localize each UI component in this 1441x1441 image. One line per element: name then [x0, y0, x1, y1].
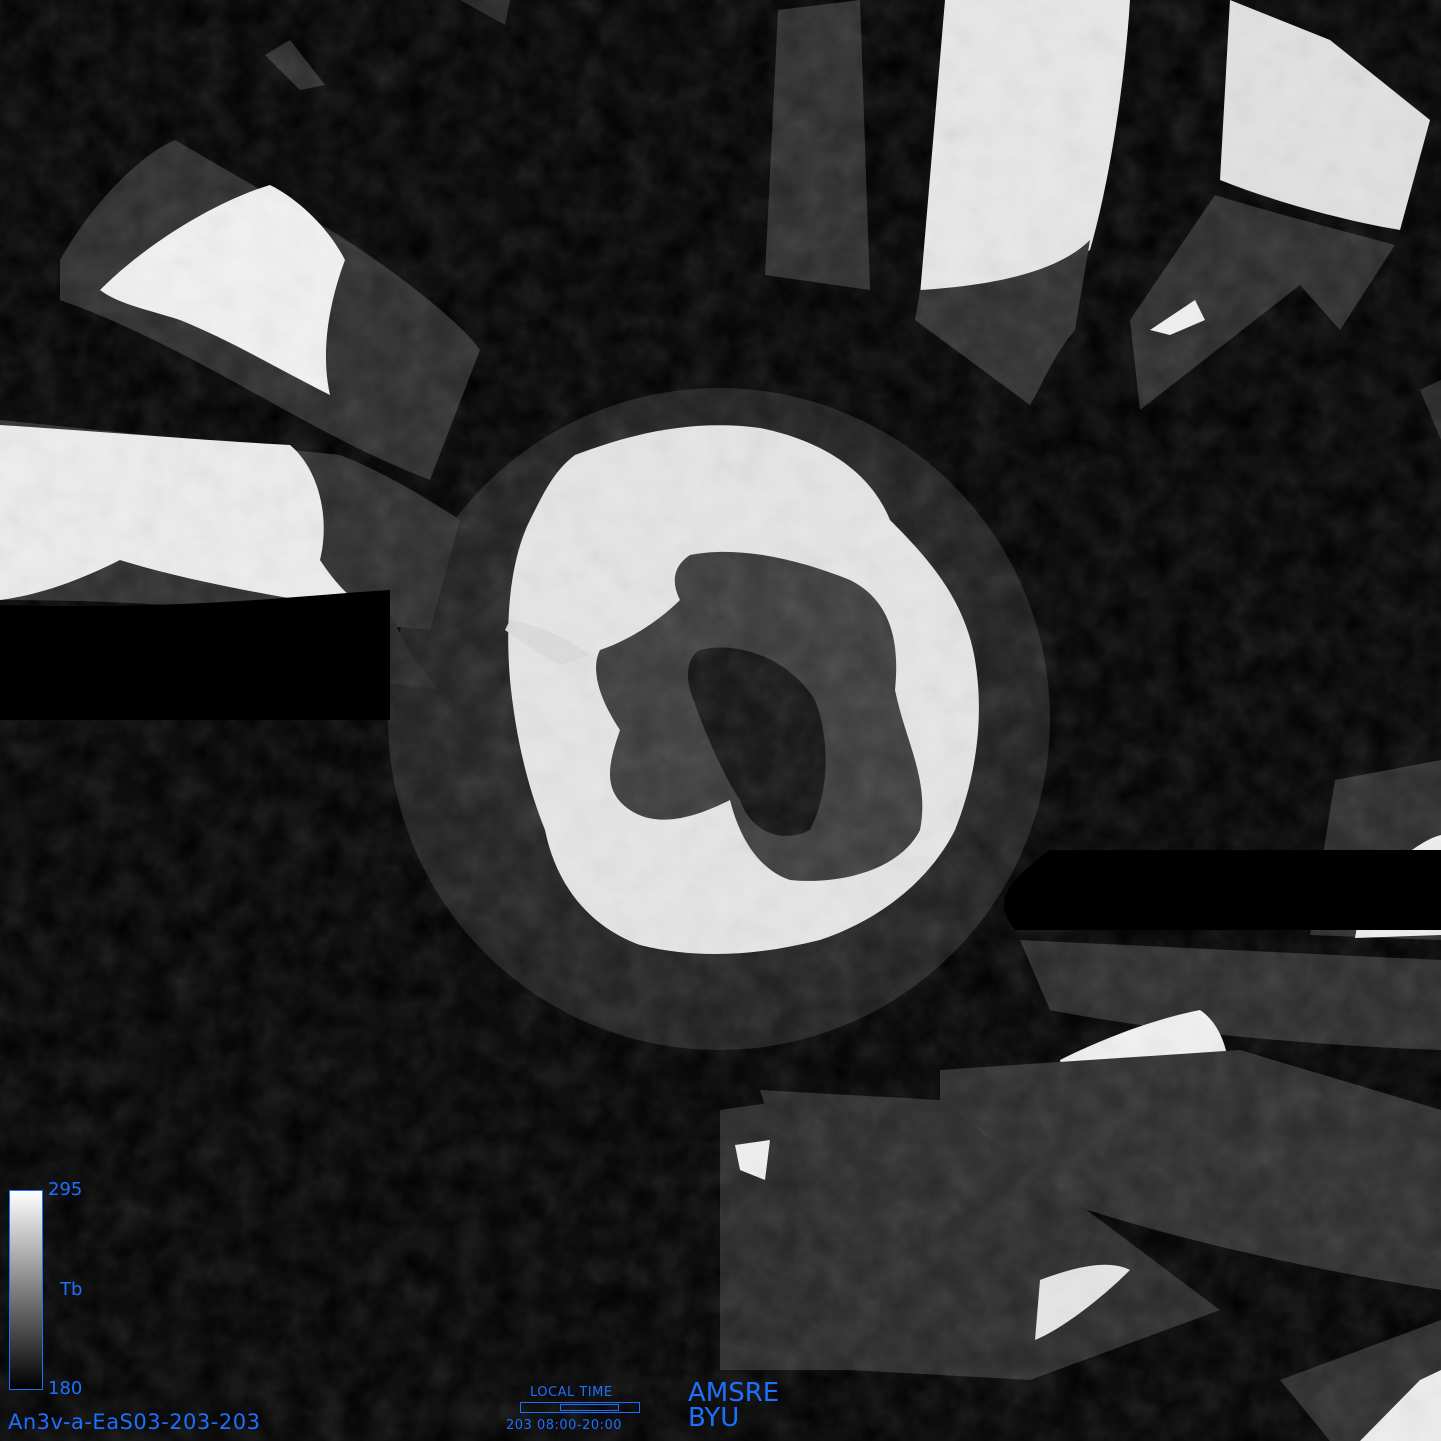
image-identifier: An3v-a-EaS03-203-203	[8, 1410, 261, 1434]
local-time-title: LOCAL TIME	[530, 1385, 613, 1400]
local-time-range: 203 08:00-20:00	[506, 1418, 623, 1433]
temperature-colorbar	[9, 1190, 43, 1390]
colorbar-unit-label: Tb	[60, 1279, 83, 1300]
sensor-institution: BYU	[688, 1403, 740, 1433]
local-time-bar	[520, 1402, 640, 1413]
swath-gap-1	[1003, 850, 1441, 930]
local-time-window	[560, 1404, 620, 1411]
swath-gap-2	[0, 590, 390, 720]
colorbar-max-label: 295	[48, 1179, 83, 1200]
colorbar-min-label: 180	[48, 1378, 83, 1399]
polar-mosaic-map	[0, 0, 1441, 1441]
sensor-label: AMSRE BYU	[688, 1380, 779, 1433]
